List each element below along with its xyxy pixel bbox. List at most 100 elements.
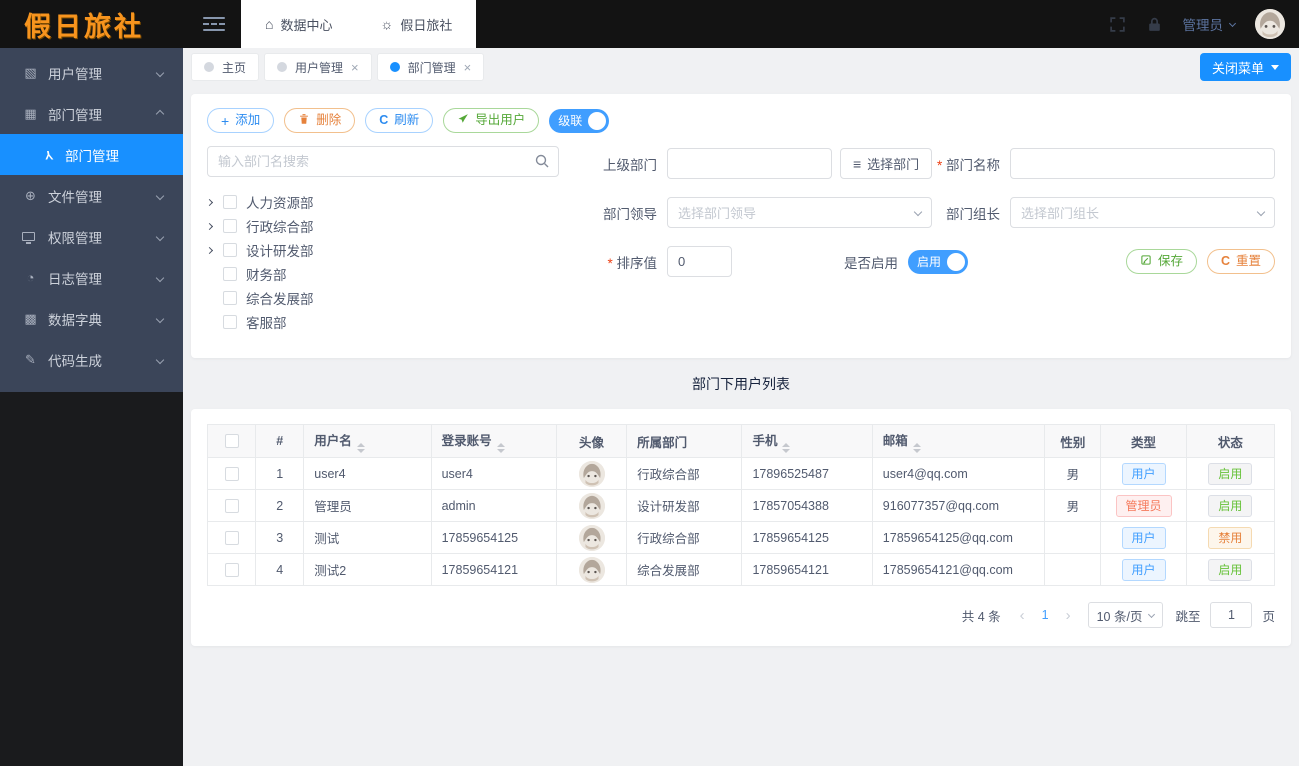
next-page-button[interactable]: › [1061,607,1076,624]
tree-checkbox[interactable] [223,315,237,329]
toggle-knob [588,111,607,130]
username-cell: 管理员 [303,489,432,522]
toolbar: + 添加 删除 C 刷新 导出用户 级联 [207,108,1275,133]
sort-label: 排序值 [593,252,658,272]
column-header[interactable]: 邮箱 [871,424,1046,458]
tree-node[interactable]: 综合发展部 [207,286,559,310]
dept-search-input[interactable] [207,146,559,177]
sidebar-item-permissions[interactable]: 权限管理 [0,216,183,257]
fullscreen-icon[interactable] [1109,16,1126,33]
close-menu-button[interactable]: 关闭菜单 [1199,53,1291,81]
select-all-checkbox[interactable] [224,434,239,449]
dept-name-input[interactable] [1010,148,1275,179]
expand-caret-icon[interactable] [205,222,223,230]
page-size-select[interactable]: 10 条/页 [1087,602,1164,628]
avatar-cell [555,553,628,586]
reset-button[interactable]: C 重置 [1206,249,1275,274]
user-avatar [578,492,605,519]
dept-leader-label: 部门领导 [603,206,657,222]
sidebar-item-logs[interactable]: ◔ 日志管理 [0,257,183,298]
select-dept-button[interactable]: ≡ 选择部门 [840,148,933,179]
type-badge: 用户 [1121,462,1166,485]
total-count: 共 4 条 [961,609,1001,624]
status-badge: 启用 [1208,494,1253,517]
tree-checkbox[interactable] [223,195,237,209]
add-button[interactable]: + 添加 [207,108,275,133]
expand-caret-icon[interactable] [205,246,223,254]
tree-node[interactable]: 人力资源部 [205,190,559,214]
dept-leader-select[interactable]: 选择部门领导 [667,197,932,228]
checkbox-cell [206,489,257,522]
user-avatar[interactable] [1255,9,1285,39]
tree-node[interactable]: 设计研发部 [205,238,559,262]
status-badge: 启用 [1208,558,1253,581]
dept-head-select[interactable]: 选择部门组长 [1010,197,1275,228]
save-button[interactable]: 保存 [1125,249,1197,274]
user-menu[interactable]: 管理员 [1183,14,1237,34]
row-checkbox[interactable] [224,466,239,481]
sort-icon[interactable] [496,442,505,453]
sort-icon[interactable] [356,442,365,453]
sidebar-item-files[interactable]: ⊕ 文件管理 [0,175,183,216]
sidebar-item-label: 文件管理 [48,189,102,205]
chevron-down-icon [155,355,165,364]
tree-checkbox[interactable] [223,267,237,281]
topbar-right: 管理员 [1109,9,1299,39]
sidebar-item-codegen[interactable]: ✎ 代码生成 [0,339,183,380]
tab[interactable]: 用户管理 × [264,53,372,81]
row-checkbox[interactable] [224,498,239,513]
delete-button[interactable]: 删除 [284,108,356,133]
chevron-down-icon [1256,207,1266,216]
tree-checkbox[interactable] [223,291,237,305]
jump-page-input[interactable] [1210,602,1253,628]
row-checkbox[interactable] [224,562,239,577]
refresh-button[interactable]: C 刷新 [365,108,434,133]
tab[interactable]: 主页 [191,53,260,81]
sort-icon[interactable] [782,442,791,453]
toggle-knob [947,252,966,271]
parent-dept-input[interactable] [667,148,832,179]
top-nav-holiday-inn[interactable]: ☼ 假日旅社 [356,0,476,48]
prev-page-button[interactable]: ‹ [1015,607,1030,624]
avatar-cell [555,521,628,554]
sort-icon[interactable] [912,442,921,453]
tree-node[interactable]: 财务部 [207,262,559,286]
sort-input[interactable] [667,246,732,277]
status-badge: 禁用 [1208,526,1253,549]
enabled-toggle[interactable]: 启用 [908,249,969,274]
main-area: ⌂ 数据中心 ☼ 假日旅社 管理员 主页 用户管理 × 部门管理 × 关闭菜单 [183,0,1299,766]
sidebar-subitem-department-manage[interactable]: Y 部门管理 [0,134,183,175]
branch-icon: Y [44,148,53,162]
tree-node[interactable]: 客服部 [207,310,559,334]
expand-caret-icon[interactable] [205,198,223,206]
column-header[interactable]: 登录账号 [430,424,557,458]
sidebar-item-dictionary[interactable]: ▩ 数据字典 [0,298,183,339]
sidebar-item-users[interactable]: ▧ 用户管理 [0,52,183,93]
dept-form: 上级部门 ≡ 选择部门 部门名称 [559,146,1275,334]
export-users-button[interactable]: 导出用户 [443,108,540,133]
tree-checkbox[interactable] [223,243,237,257]
tab-close-icon[interactable]: × [464,61,472,74]
type-cell: 用户 [1100,521,1187,554]
list-icon: ≡ [853,155,862,172]
lock-icon[interactable] [1146,16,1163,33]
cascade-toggle[interactable]: 级联 [549,108,610,133]
row-checkbox[interactable] [224,530,239,545]
current-page[interactable]: 1 [1036,608,1055,622]
table-row: 1 user4 user4 行政综合部 17896525487 user4@qq.com 男… [206,457,1276,490]
column-header[interactable]: 用户名 [303,424,432,458]
collapse-sidebar-icon[interactable] [203,17,225,31]
type-badge: 管理员 [1115,494,1172,517]
column-header[interactable]: 手机 [741,424,873,458]
top-nav-data-center[interactable]: ⌂ 数据中心 [241,0,356,48]
checkbox-cell [206,457,257,490]
tree-node[interactable]: 行政综合部 [205,214,559,238]
search-icon[interactable] [534,153,550,169]
account-cell: user4 [430,457,557,490]
email-cell: 916077357@qq.com [871,489,1046,522]
tree-checkbox[interactable] [223,219,237,233]
tab[interactable]: 部门管理 × [376,53,485,81]
dept-cell: 行政综合部 [626,457,743,490]
sidebar-item-departments[interactable]: ▦ 部门管理 [0,93,183,134]
tab-close-icon[interactable]: × [351,61,359,74]
